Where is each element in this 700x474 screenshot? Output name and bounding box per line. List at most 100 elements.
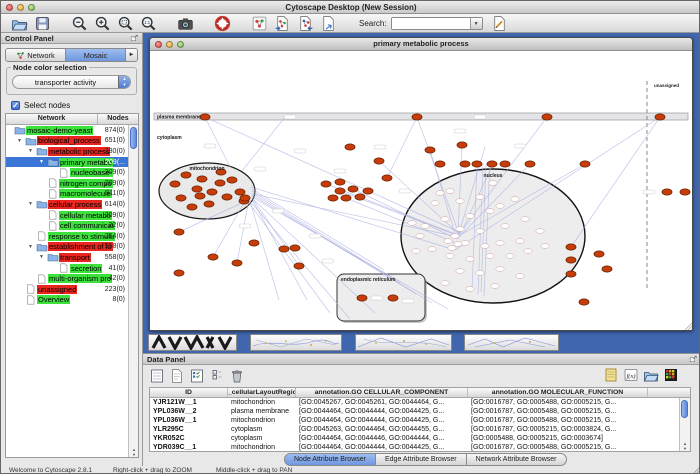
selected-gene-node[interactable] <box>187 204 197 210</box>
network-window-titlebar[interactable]: primary metabolic process <box>150 38 692 51</box>
tree-row-secretion[interactable]: secretion41(0) <box>6 263 138 274</box>
gene-node[interactable] <box>524 249 532 254</box>
gene-node[interactable] <box>441 281 449 286</box>
tree-column-network[interactable]: Network <box>6 114 98 124</box>
disclosure-triangle-icon[interactable]: ▼ <box>25 244 36 250</box>
gene-node[interactable] <box>421 224 429 229</box>
tree-row-mosaic-demo-yeast[interactable]: mosaic-demo-yeast874(0) <box>6 125 138 136</box>
selected-gene-node[interactable] <box>215 180 225 186</box>
network-minimize-button[interactable] <box>166 41 173 48</box>
selected-gene-node[interactable] <box>435 161 445 167</box>
selected-gene-node[interactable] <box>174 270 184 276</box>
attr-create-icon[interactable] <box>169 368 185 384</box>
gene-node[interactable] <box>451 234 459 239</box>
edge[interactable] <box>249 203 330 313</box>
gene-node[interactable] <box>521 217 529 222</box>
selected-gene-node[interactable] <box>345 144 355 150</box>
gene-node[interactable] <box>466 287 474 292</box>
gene-node[interactable] <box>476 271 484 276</box>
selected-gene-node[interactable] <box>500 161 510 167</box>
gene-node[interactable] <box>516 274 524 279</box>
selected-gene-node[interactable] <box>472 161 482 167</box>
background-window-fragment[interactable] <box>355 334 452 351</box>
selected-gene-node[interactable] <box>232 260 242 266</box>
edge[interactable] <box>252 189 384 270</box>
column-header-1[interactable]: _cellularLayoutRegion <box>228 388 296 397</box>
background-window-fragment[interactable] <box>148 334 237 351</box>
window-titlebar[interactable]: Cytoscape Desktop (New Session) <box>1 1 700 14</box>
tree-row-unassigned[interactable]: unassigned223(0) <box>6 284 138 295</box>
gene-node[interactable] <box>448 246 456 251</box>
selected-gene-node[interactable] <box>566 271 576 277</box>
selected-gene-node[interactable] <box>374 158 384 164</box>
tree-row-biological-process[interactable]: ▼biological_process651(0) <box>6 136 138 147</box>
table-scrollbar-arrows[interactable]: ▲▼ <box>680 441 690 451</box>
disclosure-triangle-icon[interactable]: ▼ <box>36 254 47 260</box>
selected-gene-node[interactable] <box>580 161 590 167</box>
tree-row-multi-organism-pro[interactable]: multi-organism pro42(0) <box>6 273 138 284</box>
app-resize-grip[interactable] <box>692 466 700 474</box>
edge[interactable] <box>387 117 417 178</box>
gene-node[interactable] <box>536 229 544 234</box>
search-input[interactable] <box>392 18 470 29</box>
tab-node-attribute-browser[interactable]: Node Attribute Browser <box>284 453 376 466</box>
gene-node[interactable] <box>491 284 499 289</box>
gene-node[interactable] <box>466 257 474 262</box>
gene-node[interactable] <box>476 195 484 200</box>
gene-node[interactable] <box>481 244 489 249</box>
tab-network[interactable]: Network <box>6 49 66 61</box>
selected-gene-node[interactable] <box>460 161 470 167</box>
selected-gene-node[interactable] <box>197 176 207 182</box>
selected-gene-node[interactable] <box>566 244 576 250</box>
gene-node[interactable] <box>489 181 497 186</box>
tab-network-attribute-browser[interactable]: Network Attribute Browser <box>467 453 567 466</box>
attr-delete-icon[interactable] <box>209 368 225 384</box>
gene-node[interactable] <box>506 254 514 259</box>
background-window-fragment[interactable] <box>250 334 342 351</box>
tree-scrollbar-arrows[interactable]: ▲▼ <box>129 447 139 457</box>
selected-gene-node[interactable] <box>204 201 214 207</box>
selected-gene-node[interactable] <box>680 189 690 195</box>
selected-gene-node[interactable] <box>363 188 373 194</box>
background-window-fragment[interactable] <box>464 334 559 351</box>
table-scrollbar[interactable]: ▲▼ <box>679 398 690 451</box>
selected-gene-node[interactable] <box>227 177 237 183</box>
network-panel-icon[interactable] <box>251 15 268 32</box>
zoom-fit-icon[interactable]: 1:1 <box>140 15 157 32</box>
selected-gene-node[interactable] <box>382 175 392 181</box>
search-combobox[interactable]: ▼ <box>391 17 483 30</box>
selected-gene-node[interactable] <box>207 189 217 195</box>
trash-icon[interactable] <box>229 368 245 384</box>
selected-gene-node[interactable] <box>542 114 552 120</box>
vizmapper-icon[interactable] <box>320 15 337 32</box>
zoom-button[interactable] <box>28 4 35 11</box>
gene-node[interactable] <box>436 191 444 196</box>
table-row[interactable]: YDR039C__1mitochondrion[GO:0044464, GO:0… <box>150 443 690 452</box>
dropdown-stepper-icon[interactable]: ▲▼ <box>118 76 130 88</box>
selected-gene-node[interactable] <box>457 142 467 148</box>
tab-mosaic[interactable]: Mosaic <box>66 49 126 61</box>
gene-node[interactable] <box>454 242 462 247</box>
selected-gene-node[interactable] <box>566 257 576 263</box>
save-icon[interactable] <box>34 15 51 32</box>
node-color-dropdown[interactable]: transporter activity ▲▼ <box>12 75 131 89</box>
open-icon[interactable] <box>11 15 28 32</box>
gene-node[interactable] <box>431 201 439 206</box>
disclosure-triangle-icon[interactable]: ▼ <box>36 159 47 165</box>
table-scrollbar-thumb[interactable] <box>681 400 688 418</box>
disclosure-triangle-icon[interactable]: ▼ <box>14 138 25 144</box>
minimize-button[interactable] <box>17 4 24 11</box>
gene-node[interactable] <box>412 249 420 254</box>
gene-node[interactable] <box>496 267 504 272</box>
selected-gene-node[interactable] <box>425 147 435 153</box>
selected-gene-node[interactable] <box>355 194 365 200</box>
tree-scrollbar-thumb[interactable] <box>130 127 137 149</box>
selected-gene-node[interactable] <box>602 266 612 272</box>
column-header-0[interactable]: ID <box>150 388 228 397</box>
selected-gene-node[interactable] <box>170 181 180 187</box>
selected-gene-node[interactable] <box>328 195 338 201</box>
attr-select-icon[interactable] <box>149 368 165 384</box>
disclosure-triangle-icon[interactable]: ▼ <box>25 201 36 207</box>
selected-gene-node[interactable] <box>388 295 398 301</box>
network-canvas[interactable]: plasma membranecytoplasmmitochondrionnuc… <box>150 51 693 331</box>
